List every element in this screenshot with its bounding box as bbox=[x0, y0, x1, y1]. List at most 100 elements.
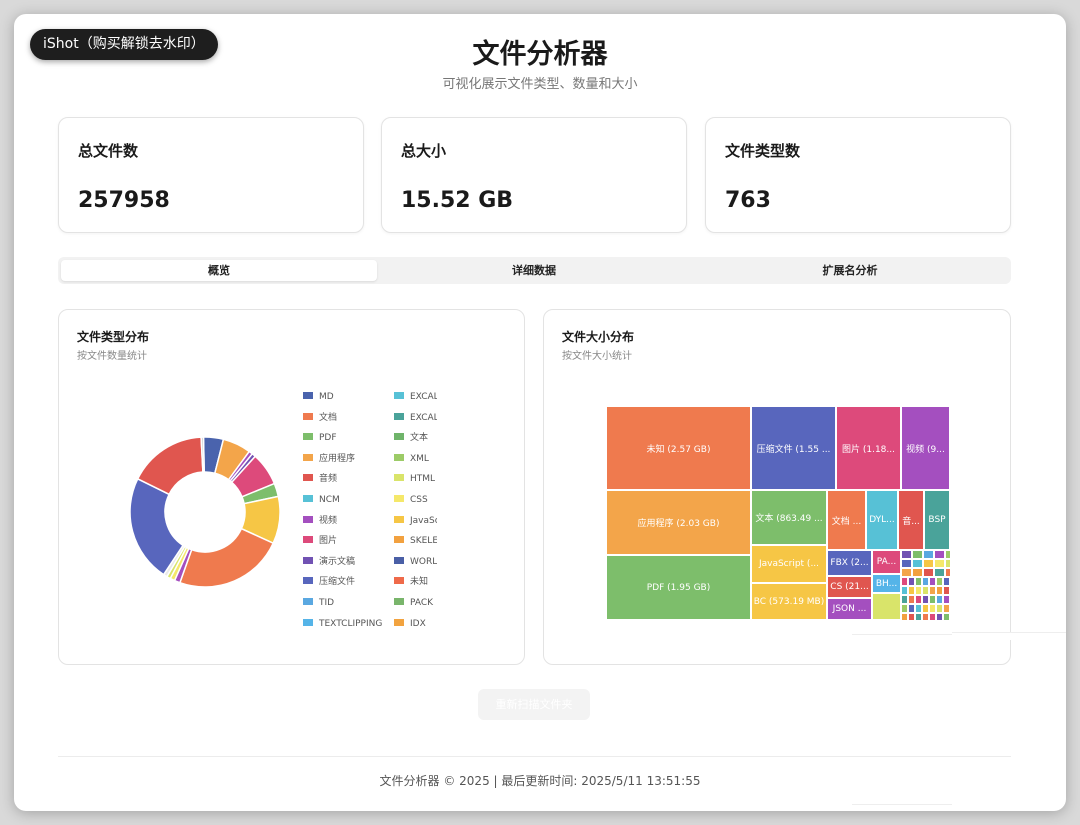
treemap-small-tile[interactable] bbox=[908, 595, 915, 604]
treemap-small-tile[interactable] bbox=[922, 595, 929, 604]
treemap-small-tile[interactable] bbox=[936, 604, 943, 613]
treemap-small-tile[interactable] bbox=[929, 595, 936, 604]
legend-item[interactable]: 压缩文件 bbox=[303, 575, 393, 589]
treemap-small-tile[interactable] bbox=[915, 586, 922, 595]
stat-value: 15.52 GB bbox=[401, 188, 514, 213]
treemap-small-tile[interactable] bbox=[915, 577, 922, 586]
legend-item[interactable]: HTML bbox=[394, 472, 437, 486]
treemap-small-tile[interactable] bbox=[922, 613, 929, 620]
legend-item[interactable]: 文档 bbox=[303, 411, 393, 425]
treemap-small-tile[interactable] bbox=[908, 586, 915, 595]
treemap-tile[interactable]: JavaScript (... bbox=[751, 545, 827, 583]
treemap-small-tile[interactable] bbox=[945, 550, 950, 559]
legend-item[interactable]: MD bbox=[303, 390, 393, 404]
treemap-small-tile[interactable] bbox=[912, 559, 923, 568]
treemap-tile[interactable]: 图片 (1.18... bbox=[836, 406, 901, 490]
treemap-small-tile[interactable] bbox=[934, 550, 945, 559]
treemap-tile[interactable]: 未知 (2.57 GB) bbox=[606, 406, 751, 490]
treemap-small-tile[interactable] bbox=[936, 613, 943, 620]
legend-item[interactable]: IDX bbox=[394, 617, 437, 631]
treemap-small-tile[interactable] bbox=[901, 550, 912, 559]
treemap-small-tile[interactable] bbox=[936, 595, 943, 604]
legend-item[interactable]: EXCALIDRAW bbox=[394, 411, 437, 425]
legend-item[interactable]: 应用程序 bbox=[303, 452, 393, 466]
treemap-small-tile[interactable] bbox=[922, 586, 929, 595]
treemap-tile[interactable]: FBX (2... bbox=[827, 550, 872, 576]
treemap-small-tile[interactable] bbox=[901, 559, 912, 568]
treemap-small-tile[interactable] bbox=[929, 577, 936, 586]
treemap-small-tile[interactable] bbox=[945, 568, 950, 577]
treemap-small-tile[interactable] bbox=[912, 550, 923, 559]
legend-item[interactable]: WORLD bbox=[394, 555, 437, 569]
legend-item[interactable]: EXCALIDRAW bbox=[394, 390, 437, 404]
rescan-button[interactable]: 重新扫描文件夹 bbox=[478, 689, 590, 720]
treemap-small-tile[interactable] bbox=[929, 604, 936, 613]
treemap-tile[interactable]: JSON ... bbox=[827, 598, 872, 620]
treemap-tile[interactable]: 视频 (9... bbox=[901, 406, 950, 490]
legend-item[interactable]: NCM bbox=[303, 493, 393, 507]
treemap-small-tile[interactable] bbox=[901, 595, 908, 604]
treemap-tile[interactable]: CS (21... bbox=[827, 576, 872, 598]
treemap-small-tile[interactable] bbox=[943, 586, 950, 595]
legend-item[interactable]: 音频 bbox=[303, 472, 393, 486]
treemap-small-tile[interactable] bbox=[922, 577, 929, 586]
treemap-small-tile[interactable] bbox=[943, 595, 950, 604]
legend-item[interactable]: PDF bbox=[303, 431, 393, 445]
treemap-small-tile[interactable] bbox=[943, 604, 950, 613]
treemap-small-tile[interactable] bbox=[923, 568, 934, 577]
treemap-small-tile[interactable] bbox=[943, 613, 950, 620]
treemap-small-tile[interactable] bbox=[923, 559, 934, 568]
treemap-tile[interactable]: BSP bbox=[924, 490, 950, 550]
treemap-small-tile[interactable] bbox=[936, 577, 943, 586]
legend-item[interactable]: PACK bbox=[394, 596, 437, 610]
treemap-small-tile[interactable] bbox=[908, 604, 915, 613]
treemap-small-tile[interactable] bbox=[915, 613, 922, 620]
treemap-small-tile[interactable] bbox=[901, 613, 908, 620]
legend-item[interactable]: TEXTCLIPPING bbox=[303, 617, 393, 631]
treemap-small-tile[interactable] bbox=[915, 604, 922, 613]
legend-item[interactable]: 未知 bbox=[394, 575, 437, 589]
legend-item[interactable]: 图片 bbox=[303, 534, 393, 548]
treemap-small-tile[interactable] bbox=[929, 613, 936, 620]
treemap-small-tile[interactable] bbox=[901, 577, 908, 586]
treemap-tile[interactable]: 压缩文件 (1.55 ... bbox=[751, 406, 836, 490]
donut-slice[interactable] bbox=[178, 527, 275, 588]
treemap-small-tile[interactable] bbox=[901, 586, 908, 595]
treemap-tile[interactable]: 文档 ... bbox=[827, 490, 866, 550]
treemap-small-tile[interactable] bbox=[934, 559, 945, 568]
treemap-small-tile[interactable] bbox=[922, 604, 929, 613]
treemap-tile[interactable]: BC (573.19 MB) bbox=[751, 583, 827, 620]
legend-item[interactable]: SKELETON bbox=[394, 534, 437, 548]
treemap-tile[interactable]: BH... bbox=[872, 574, 901, 593]
legend-item[interactable]: 文本 bbox=[394, 431, 437, 445]
treemap-small-tile[interactable] bbox=[908, 577, 915, 586]
legend-item[interactable]: XML bbox=[394, 452, 437, 466]
treemap-tile[interactable] bbox=[872, 593, 901, 620]
treemap-small-tile[interactable] bbox=[943, 577, 950, 586]
legend-item[interactable]: 视频 bbox=[303, 514, 393, 528]
treemap-small-tile[interactable] bbox=[945, 559, 950, 568]
treemap-small-tile[interactable] bbox=[908, 613, 915, 620]
legend-item[interactable]: 演示文稿 bbox=[303, 555, 393, 569]
tab-extension-analysis[interactable]: 扩展名分析 bbox=[692, 260, 1008, 281]
tab-details[interactable]: 详细数据 bbox=[376, 260, 692, 281]
treemap-small-tile[interactable] bbox=[936, 586, 943, 595]
treemap-small-tile[interactable] bbox=[901, 604, 908, 613]
legend-label: 文档 bbox=[319, 412, 338, 423]
treemap-tile[interactable]: DYL... bbox=[866, 490, 898, 550]
treemap-small-tile[interactable] bbox=[915, 595, 922, 604]
treemap-small-tile[interactable] bbox=[912, 568, 923, 577]
treemap-tile[interactable]: 应用程序 (2.03 GB) bbox=[606, 490, 751, 555]
legend-item[interactable]: CSS bbox=[394, 493, 437, 507]
treemap-small-tile[interactable] bbox=[934, 568, 945, 577]
treemap-small-tile[interactable] bbox=[901, 568, 912, 577]
legend-item[interactable]: JavaScript bbox=[394, 514, 437, 528]
treemap-small-tile[interactable] bbox=[923, 550, 934, 559]
treemap-small-tile[interactable] bbox=[929, 586, 936, 595]
tab-overview[interactable]: 概览 bbox=[61, 260, 377, 281]
treemap-tile[interactable]: 文本 (863.49 ... bbox=[751, 490, 827, 545]
treemap-tile[interactable]: PDF (1.95 GB) bbox=[606, 555, 751, 620]
treemap-tile[interactable]: 音... bbox=[898, 490, 924, 550]
legend-item[interactable]: TID bbox=[303, 596, 393, 610]
treemap-tile[interactable]: PA... bbox=[872, 550, 901, 574]
